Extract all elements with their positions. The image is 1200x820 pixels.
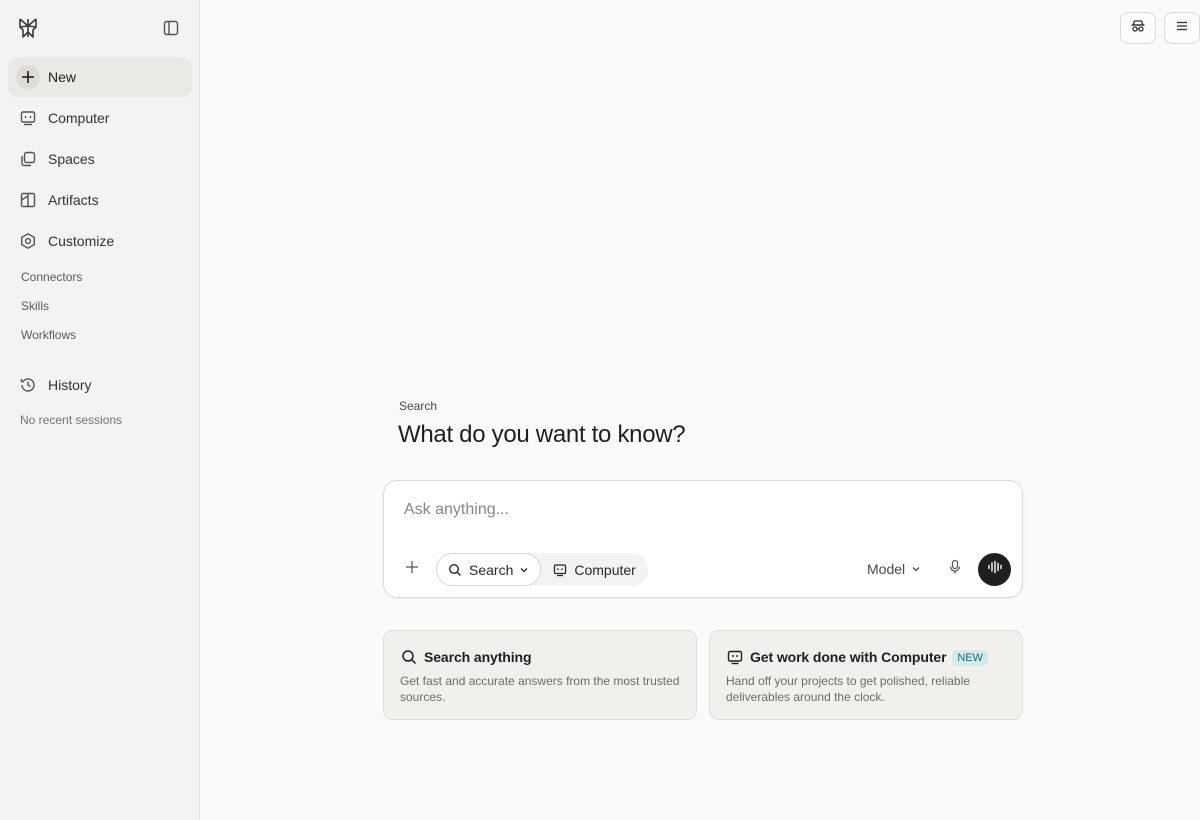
mode-computer-button[interactable]: Computer: [541, 553, 647, 586]
eyebrow-label: Search: [399, 399, 438, 413]
microphone-icon: [948, 559, 962, 580]
incognito-icon: [1130, 18, 1146, 39]
sidebar-subitem-connectors[interactable]: Connectors: [21, 270, 82, 284]
sidebar-item-label: History: [48, 377, 92, 393]
mode-label: Computer: [574, 561, 636, 578]
sidebar-item-new[interactable]: New: [8, 57, 192, 97]
microphone-button[interactable]: [946, 559, 964, 579]
sidebar-item-artifacts[interactable]: Artifacts: [8, 180, 192, 220]
search-icon: [400, 648, 418, 666]
sidebar-item-label: Artifacts: [48, 192, 99, 208]
computer-icon: [553, 563, 567, 577]
mode-label: Search: [469, 561, 514, 578]
chevron-down-icon: [911, 564, 921, 574]
card-description: Hand off your projects to get polished, …: [726, 674, 970, 704]
sidebar-subitem-skills[interactable]: Skills: [21, 299, 49, 313]
sidebar-item-label: Customize: [48, 233, 115, 249]
model-label: Model: [867, 561, 906, 577]
plus-icon: [16, 65, 40, 89]
sidebar-item-computer[interactable]: Computer: [8, 98, 192, 138]
customize-icon: [18, 231, 38, 251]
artifacts-icon: [18, 190, 38, 210]
history-icon: [18, 375, 38, 395]
page-title: What do you want to know?: [398, 421, 686, 448]
sidebar-item-customize[interactable]: Customize: [8, 221, 192, 261]
card-description: Get fast and accurate answers from the m…: [400, 674, 680, 704]
waveform-icon: [987, 560, 1003, 579]
collapse-sidebar-icon[interactable]: [162, 19, 180, 37]
composer: Search Computer Model: [383, 480, 1023, 598]
card-computer[interactable]: Get work done with Computer NEW Hand off …: [709, 630, 1023, 720]
voice-mode-button[interactable]: [978, 553, 1011, 586]
sidebar-item-history[interactable]: History: [8, 365, 192, 405]
menu-button[interactable]: [1164, 12, 1200, 44]
sidebar-item-label: Computer: [48, 110, 110, 126]
card-search-anything[interactable]: Search anything Get fast and accurate an…: [383, 630, 697, 720]
card-title: Search anything: [424, 649, 532, 665]
no-recent-sessions: No recent sessions: [20, 413, 123, 427]
ask-input[interactable]: [404, 499, 994, 521]
incognito-button[interactable]: [1120, 12, 1156, 44]
sidebar-item-label: New: [48, 69, 77, 85]
mode-search-button[interactable]: Search: [436, 553, 542, 586]
plus-icon: [405, 560, 419, 579]
attach-button[interactable]: [402, 559, 422, 579]
sidebar-item-spaces[interactable]: Spaces: [8, 139, 192, 179]
hamburger-icon: [1175, 19, 1189, 38]
new-badge: NEW: [952, 650, 988, 667]
computer-icon: [726, 648, 744, 666]
logo-icon[interactable]: [16, 16, 40, 40]
chevron-down-icon: [519, 565, 529, 575]
search-icon: [448, 563, 462, 577]
sidebar-subitem-workflows[interactable]: Workflows: [21, 328, 76, 342]
spaces-icon: [18, 149, 38, 169]
model-selector[interactable]: Model: [867, 559, 921, 579]
sidebar: New Computer Spaces Artifacts Customize …: [0, 0, 200, 820]
card-title-text: Get work done with Computer: [750, 649, 947, 665]
card-title: Get work done with Computer NEW: [750, 649, 988, 667]
computer-icon: [18, 108, 38, 128]
mode-toggle: Search Computer: [436, 553, 648, 586]
sidebar-item-label: Spaces: [48, 151, 95, 167]
